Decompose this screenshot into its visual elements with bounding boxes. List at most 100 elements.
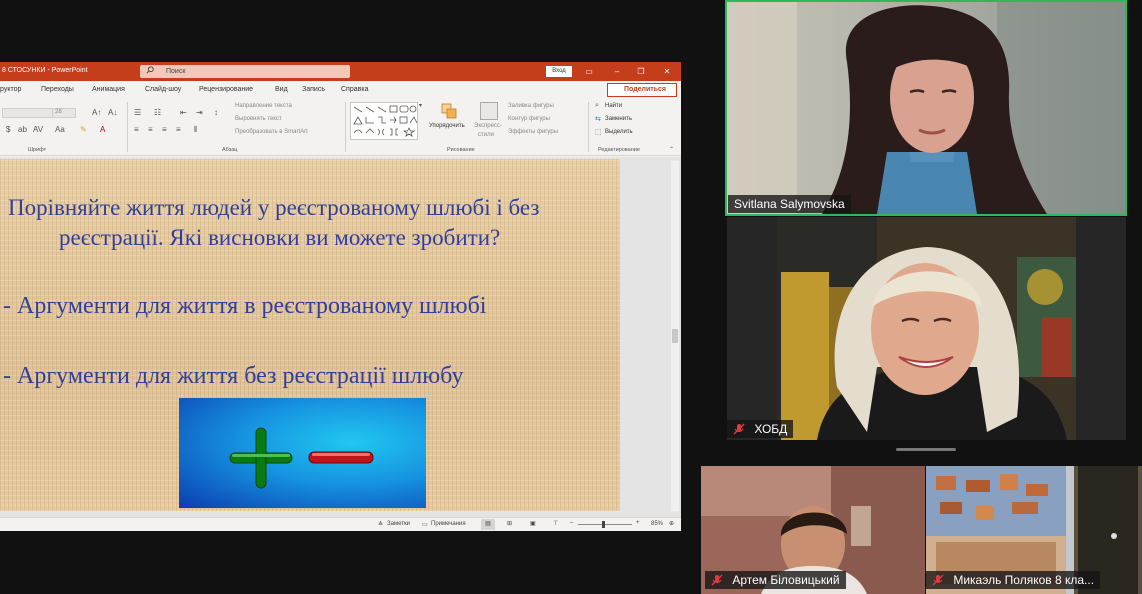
video-tile-participant-4[interactable]: Микаэль Поляков 8 кла... [926,466,1142,594]
search-icon [146,66,154,74]
participant-video [727,217,1126,440]
vertical-scrollbar[interactable] [671,161,679,511]
font-size-box[interactable]: 28 [52,108,76,118]
comments-button[interactable]: Примечания [431,521,466,527]
char-spacing-icon[interactable]: ab [18,125,27,134]
panel-resize-handle[interactable] [896,448,956,451]
mic-muted-icon [932,574,944,586]
tab-review[interactable]: Рецензирование [199,86,253,93]
close-icon[interactable]: ✕ [660,65,674,78]
mic-muted-icon [711,574,723,586]
plus-minus-image [179,398,426,508]
comments-icon: ▭ [422,522,428,528]
participant-name-tag: ХОБД [727,420,794,438]
reading-view-icon[interactable]: ▣ [530,520,536,527]
highlight-icon[interactable]: ✎ [80,125,87,134]
select-button[interactable]: Выделить [605,129,633,135]
participant-name: Svitlana Salymovska [734,197,845,211]
tab-slideshow[interactable]: Слайд-шоу [145,86,181,93]
minimize-icon[interactable]: – [610,65,624,78]
shape-fill-button[interactable]: Заливка фигуры [508,103,554,109]
slide-bullet-2: - Аргументи для життя без реєстрації шлю… [3,363,464,389]
find-icon: ⌕ [595,102,599,109]
tab-view[interactable]: Вид [275,86,288,93]
tab-record[interactable]: Запись [302,86,325,93]
align-right-icon[interactable]: ≡ [162,125,167,134]
zoom-slider[interactable] [578,524,632,525]
zoom-slider-thumb[interactable] [602,521,605,528]
restore-icon[interactable]: ❐ [634,65,648,78]
video-tile-participant-2[interactable]: ХОБД [727,217,1126,440]
shapes-gallery[interactable] [350,102,418,140]
search-box[interactable]: Поиск [140,65,350,78]
share-label: Поделиться [624,86,667,93]
share-button[interactable]: Поделиться [607,83,677,97]
document-title: 8 СТОСУНКИ - PowerPoint [2,67,88,74]
mic-muted-icon [733,423,745,435]
decrease-indent-icon[interactable]: ⇤ [180,108,187,117]
group-editing-label: Редактирование [598,147,640,153]
justify-icon[interactable]: ≡ [176,125,181,134]
video-tile-participant-3[interactable]: Артем Біловицький [701,466,925,594]
quick-styles-icon[interactable] [480,102,498,120]
case-icon[interactable]: Aa [55,125,65,134]
ribbon-display-icon[interactable]: ▭ [582,65,596,78]
collapse-ribbon-icon[interactable]: ⌃ [669,146,674,153]
ribbon-tabs: руктор Переходы Анимация Слайд-шоу Рецен… [0,81,681,98]
find-button[interactable]: Найти [605,103,622,109]
tab-design[interactable]: руктор [0,86,21,93]
tab-transitions[interactable]: Переходы [41,86,74,93]
slide[interactable]: Порівняйте життя людей у реєстрованому ш… [0,159,620,511]
slide-sorter-icon[interactable]: ⊞ [507,520,512,527]
participant-name-tag: Svitlana Salymovska [728,195,851,213]
shape-effects-button[interactable]: Эффекты фигуры [508,129,558,135]
search-placeholder: Поиск [166,68,186,75]
arrange-icon[interactable] [438,102,460,122]
zoom-in-icon[interactable]: + [636,520,640,526]
speaker-video [727,2,1125,214]
slide-bullet-1: - Аргументи для життя в реєстрованому шл… [3,293,487,319]
align-text-button[interactable]: Выровнять текст [235,116,282,122]
shrink-font-icon[interactable]: A↓ [108,108,117,117]
line-spacing-icon[interactable]: ↕ [214,108,218,117]
convert-smartart-button[interactable]: Преобразовать в SmartArt [235,129,308,135]
participant-name-tag: Микаэль Поляков 8 кла... [926,571,1101,589]
select-icon: ⬚ [595,129,602,136]
align-left-icon[interactable]: ≡ [134,125,139,134]
participant-name-tag: Артем Біловицький [705,571,846,589]
arrange-button[interactable]: Упорядочить [429,123,465,129]
quick-styles-button-2[interactable]: стили [478,132,494,138]
scrollbar-thumb[interactable] [672,329,678,343]
notes-icon: ≜ [378,522,384,528]
tab-help[interactable]: Справка [341,86,368,93]
normal-view-icon[interactable]: ▤ [481,519,495,530]
slide-question-line2: реєстрації. Які висновки ви можете зроби… [59,225,501,250]
fit-slide-icon[interactable]: ⊕ [669,520,674,527]
shape-outline-button[interactable]: Контур фигуры [508,116,550,122]
font-color-icon[interactable]: A [100,125,105,134]
grow-font-icon[interactable]: A↑ [92,108,101,117]
video-tile-speaker[interactable]: Svitlana Salymovska [725,0,1127,216]
text-direction-button[interactable]: Направление текста [235,103,292,109]
strikethrough-icon[interactable]: $ [6,125,10,134]
change-case-icon[interactable]: AV [33,125,43,134]
numbering-icon[interactable]: ☷ [154,108,161,117]
bullets-icon[interactable]: ☰ [134,108,141,117]
slideshow-view-icon[interactable]: ⊤ [553,520,558,527]
ribbon-separator [588,102,589,152]
notes-button[interactable]: Заметки [387,521,410,527]
powerpoint-window: 8 СТОСУНКИ - PowerPoint Поиск Вход ▭ – ❐… [0,62,681,531]
plus-icon [229,427,293,489]
quick-styles-button[interactable]: Экспресс- [474,123,502,129]
signin-button[interactable]: Вход [546,66,572,77]
ribbon-separator [127,102,128,152]
gallery-more-icon[interactable]: ▾ [419,102,422,109]
columns-icon[interactable]: ⫴ [194,125,197,135]
zoom-out-icon[interactable]: – [570,520,573,526]
group-paragraph-label: Абзац [222,147,238,153]
replace-button[interactable]: Заменить [605,116,632,122]
tab-animations[interactable]: Анимация [92,86,125,93]
increase-indent-icon[interactable]: ⇥ [196,108,203,117]
align-center-icon[interactable]: ≡ [148,125,153,134]
zoom-level[interactable]: 85% [651,521,663,527]
